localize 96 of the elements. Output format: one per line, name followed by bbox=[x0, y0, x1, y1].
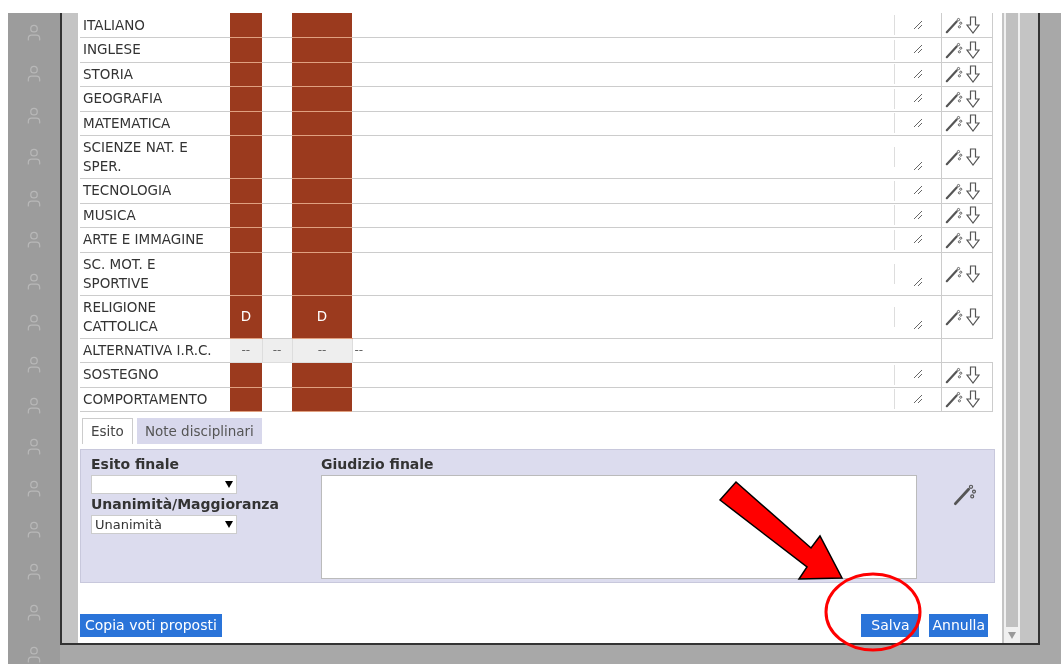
grade-cell[interactable] bbox=[230, 203, 262, 228]
down-arrow-icon[interactable] bbox=[966, 148, 980, 166]
magic-wand-icon[interactable] bbox=[945, 148, 963, 166]
down-arrow-icon[interactable] bbox=[966, 365, 980, 384]
save-button[interactable]: Salva bbox=[861, 614, 920, 637]
copy-grades-button[interactable]: Copia voti proposti bbox=[80, 614, 222, 637]
grade-cell: -- bbox=[230, 338, 262, 363]
field-label: Esito finale bbox=[91, 455, 180, 474]
grade-cell[interactable] bbox=[230, 178, 262, 203]
resize-grip-icon bbox=[912, 277, 923, 288]
down-arrow-icon[interactable] bbox=[966, 307, 980, 326]
grade-cell[interactable] bbox=[292, 252, 352, 295]
subject-label: SOSTEGNO bbox=[83, 365, 160, 385]
magic-wand-icon[interactable] bbox=[945, 307, 963, 326]
grade-cell[interactable] bbox=[292, 37, 352, 62]
magic-wand-icon[interactable] bbox=[945, 264, 963, 283]
field-label: Unanimità/Maggioranza bbox=[91, 495, 280, 514]
grade-cell[interactable] bbox=[230, 387, 262, 412]
grade-cell[interactable] bbox=[230, 362, 262, 387]
subject-label: GEOGRAFIA bbox=[83, 89, 164, 109]
down-arrow-icon[interactable] bbox=[966, 181, 980, 200]
down-arrow-icon[interactable] bbox=[966, 230, 980, 249]
grade-cell[interactable] bbox=[292, 387, 352, 412]
grade-cell[interactable] bbox=[292, 135, 352, 179]
down-arrow-icon[interactable] bbox=[966, 390, 980, 409]
down-arrow-icon[interactable] bbox=[966, 40, 980, 59]
grade-cell[interactable]: D bbox=[292, 295, 352, 338]
down-arrow-icon[interactable] bbox=[966, 264, 980, 283]
dropdown-caret-icon bbox=[225, 521, 233, 528]
majority-select[interactable]: Unanimità bbox=[91, 515, 237, 534]
down-arrow-icon[interactable] bbox=[966, 65, 980, 84]
grade-cell[interactable]: D bbox=[230, 295, 262, 338]
grade-cell[interactable] bbox=[292, 86, 352, 111]
tab[interactable]: Note disciplinari bbox=[136, 418, 262, 444]
magic-wand-icon[interactable] bbox=[953, 482, 977, 506]
cancel-button[interactable]: Annulla bbox=[929, 614, 988, 637]
scroll-down-icon bbox=[1008, 631, 1016, 639]
grade-cell[interactable] bbox=[292, 62, 352, 87]
subject-label: ITALIANO bbox=[83, 15, 146, 35]
resize-grip-icon bbox=[912, 117, 923, 128]
magic-wand-icon[interactable] bbox=[945, 230, 963, 249]
judgement-field[interactable] bbox=[321, 475, 917, 579]
subject-label: TECNOLOGIA bbox=[83, 181, 173, 201]
resize-grip-icon bbox=[912, 320, 923, 331]
magic-wand-icon[interactable] bbox=[945, 181, 963, 200]
subject-label: COMPORTAMENTO bbox=[83, 389, 209, 409]
grade-cell[interactable] bbox=[292, 203, 352, 228]
subject-label: MUSICA bbox=[83, 205, 137, 225]
resize-grip-icon bbox=[912, 93, 923, 104]
grade-cell[interactable] bbox=[292, 111, 352, 136]
resize-grip-icon bbox=[912, 44, 923, 55]
field-label: Giudizio finale bbox=[321, 455, 435, 474]
magic-wand-icon[interactable] bbox=[945, 114, 963, 133]
down-arrow-icon[interactable] bbox=[966, 114, 980, 133]
grade-cell: -- bbox=[352, 338, 895, 363]
scrollbar[interactable] bbox=[1004, 13, 1020, 643]
grade-cell[interactable] bbox=[230, 252, 262, 295]
dropdown-caret-icon bbox=[225, 481, 233, 488]
grade-cell[interactable] bbox=[292, 13, 352, 38]
grade-cell[interactable] bbox=[230, 37, 262, 62]
subject-label: RELIGIONE CATTOLICA bbox=[83, 297, 159, 336]
subject-label: STORIA bbox=[83, 64, 135, 84]
subject-label: INGLESE bbox=[83, 40, 142, 60]
magic-wand-icon[interactable] bbox=[945, 65, 963, 84]
down-arrow-icon[interactable] bbox=[966, 206, 980, 225]
grade-cell[interactable] bbox=[230, 13, 262, 38]
magic-wand-icon[interactable] bbox=[945, 40, 963, 59]
resize-grip-icon bbox=[912, 209, 923, 220]
magic-wand-icon[interactable] bbox=[945, 365, 963, 384]
grade-cell[interactable] bbox=[292, 227, 352, 252]
resize-grip-icon bbox=[912, 160, 923, 171]
grade-cell[interactable] bbox=[230, 111, 262, 136]
down-arrow-icon[interactable] bbox=[966, 89, 980, 108]
subject-label: SCIENZE NAT. E SPER. bbox=[83, 138, 189, 176]
resize-grip-icon bbox=[912, 393, 923, 404]
grade-cell[interactable] bbox=[292, 362, 352, 387]
subject-label: ARTE E IMMAGINE bbox=[83, 230, 205, 250]
magic-wand-icon[interactable] bbox=[945, 206, 963, 225]
resize-grip-icon bbox=[912, 369, 923, 380]
resize-grip-icon bbox=[912, 19, 923, 30]
grade-cell[interactable] bbox=[230, 86, 262, 111]
grade-cell[interactable] bbox=[230, 135, 262, 179]
subject-label: SC. MOT. E SPORTIVE bbox=[83, 254, 157, 293]
tab[interactable]: Esito bbox=[82, 418, 133, 444]
magic-wand-icon[interactable] bbox=[945, 89, 963, 108]
grade-cell[interactable] bbox=[292, 178, 352, 203]
resize-grip-icon bbox=[912, 68, 923, 79]
grade-cell[interactable] bbox=[230, 62, 262, 87]
resize-grip-icon bbox=[912, 234, 923, 245]
magic-wand-icon[interactable] bbox=[945, 390, 963, 409]
down-arrow-icon[interactable] bbox=[966, 16, 980, 34]
subject-label: ALTERNATIVA I.R.C. bbox=[83, 340, 213, 360]
magic-wand-icon[interactable] bbox=[945, 16, 963, 34]
resize-grip-icon bbox=[912, 185, 923, 196]
subject-label: MATEMATICA bbox=[83, 113, 172, 133]
grade-cell[interactable] bbox=[230, 227, 262, 252]
